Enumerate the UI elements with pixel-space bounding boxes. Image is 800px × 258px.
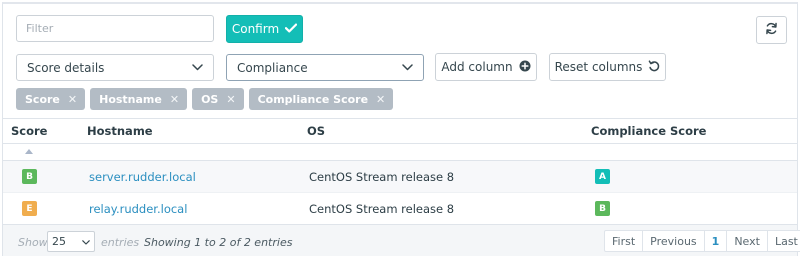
page-length-value: 25: [52, 235, 66, 248]
last-page-button[interactable]: Last: [768, 231, 800, 251]
entries-label: entries: [101, 236, 140, 249]
pagination: First Previous 1 Next Last: [604, 230, 800, 252]
previous-page-button[interactable]: Previous: [643, 231, 705, 251]
table-row: E relay.rudder.local CentOS Stream relea…: [3, 193, 797, 225]
column-tag-label: Hostname: [99, 92, 162, 106]
compliance-badge: B: [595, 201, 610, 216]
page-1-button[interactable]: 1: [704, 231, 728, 251]
refresh-icon: [765, 22, 778, 38]
score-badge: B: [22, 169, 37, 184]
column-tag-os: OS ✕: [192, 88, 244, 110]
add-column-button[interactable]: Add column: [435, 53, 537, 81]
os-cell: CentOS Stream release 8: [309, 170, 455, 184]
table-footer: Show 25 entries Showing 1 to 2 of 2 entr…: [3, 224, 800, 256]
column-tags: Score ✕ Hostname ✕ OS ✕ Compliance Score…: [16, 88, 394, 110]
chevron-down-icon: [82, 235, 90, 248]
hostname-link[interactable]: server.rudder.local: [89, 170, 196, 184]
column-tag-score: Score ✕: [16, 88, 86, 110]
next-page-button[interactable]: Next: [727, 231, 768, 251]
score-details-select-value: Score details: [27, 60, 105, 75]
hostname-link[interactable]: relay.rudder.local: [89, 202, 187, 216]
column-tag-hostname: Hostname ✕: [90, 88, 188, 110]
compliance-select-value: Compliance: [237, 60, 308, 75]
header-compliance-score[interactable]: Compliance Score: [591, 124, 706, 138]
chevron-down-icon: [191, 62, 203, 74]
undo-icon: [648, 59, 660, 75]
refresh-button[interactable]: [756, 16, 787, 44]
add-column-label: Add column: [441, 60, 513, 74]
reset-columns-label: Reset columns: [554, 60, 643, 74]
confirm-button-label: Confirm: [231, 22, 280, 36]
sort-asc-icon[interactable]: [25, 149, 33, 154]
nodes-table: Score Hostname OS Compliance Score B ser…: [3, 118, 797, 225]
plus-circle-icon: [519, 60, 531, 75]
page-length-select[interactable]: 25: [47, 231, 95, 252]
column-tag-label: OS: [201, 92, 219, 106]
header-hostname[interactable]: Hostname: [87, 124, 153, 138]
remove-tag-icon[interactable]: ✕: [68, 93, 77, 106]
column-tag-compliance-score: Compliance Score ✕: [248, 88, 394, 110]
score-details-select[interactable]: Score details: [16, 54, 214, 81]
checkmark-icon: [285, 22, 298, 36]
header-score[interactable]: Score: [11, 124, 47, 138]
score-badge: E: [22, 201, 37, 216]
table-info: Showing 1 to 2 of 2 entries: [144, 236, 293, 249]
first-page-button[interactable]: First: [605, 231, 644, 251]
table-row: B server.rudder.local CentOS Stream rele…: [3, 161, 797, 193]
column-tag-label: Compliance Score: [257, 92, 369, 106]
column-tag-label: Score: [25, 92, 60, 106]
remove-tag-icon[interactable]: ✕: [226, 93, 235, 106]
header-os[interactable]: OS: [307, 124, 325, 138]
sort-indicator-row: [3, 144, 797, 161]
remove-tag-icon[interactable]: ✕: [376, 93, 385, 106]
remove-tag-icon[interactable]: ✕: [170, 93, 179, 106]
chevron-down-icon: [401, 62, 413, 74]
show-label: Show: [18, 236, 48, 249]
filter-input[interactable]: [16, 15, 214, 42]
compliance-badge: A: [595, 169, 610, 184]
compliance-select[interactable]: Compliance: [226, 54, 424, 81]
confirm-button[interactable]: Confirm: [226, 15, 303, 43]
reset-columns-button[interactable]: Reset columns: [549, 53, 666, 81]
os-cell: CentOS Stream release 8: [309, 202, 455, 216]
table-header: Score Hostname OS Compliance Score: [3, 119, 797, 144]
